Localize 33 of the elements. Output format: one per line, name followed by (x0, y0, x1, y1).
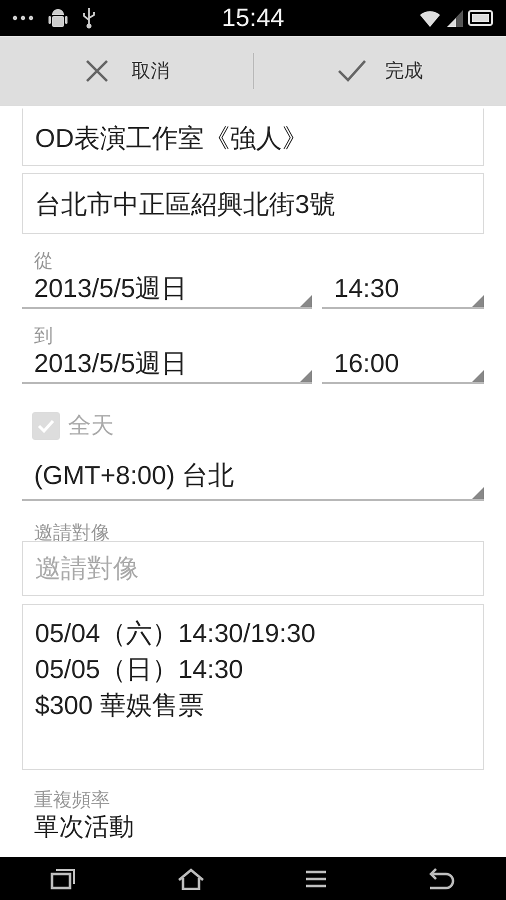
description-field[interactable]: 05/04（六）14:30/19:30 05/05（日）14:30 $300 華娛售票 (22, 604, 484, 770)
timezone-dropdown[interactable]: (GMT+8:00) 台北 (22, 455, 484, 501)
wifi-icon (418, 8, 442, 28)
guests-field[interactable]: 邀請對像 (22, 541, 484, 596)
title-field[interactable]: OD表演工作室《強人》 (22, 108, 484, 166)
checkmark-icon (37, 418, 55, 434)
usb-icon (82, 7, 96, 29)
done-button[interactable]: 完成 (254, 36, 506, 106)
field-label: 重複頻率 (33, 790, 111, 812)
field-label: 到 (33, 326, 54, 348)
repeat-dropdown[interactable]: 單次活動 (22, 812, 484, 842)
dropdown-corner-icon (300, 370, 312, 382)
android-icon (48, 6, 68, 30)
dropdown-corner-icon (472, 370, 484, 382)
more-icon (12, 14, 34, 22)
dropdown-corner-icon (472, 295, 484, 307)
date-dropdown[interactable]: 2013/5/5週日 (22, 348, 312, 384)
clock-time: 15:44 (222, 4, 284, 32)
battery-icon (468, 10, 494, 26)
back-icon[interactable] (428, 868, 456, 890)
signal-icon (446, 8, 464, 28)
field-label: 從 (33, 251, 54, 273)
menu-icon[interactable] (305, 868, 328, 888)
home-icon[interactable] (176, 868, 205, 890)
time-dropdown[interactable]: 14:30 (322, 273, 484, 309)
location-field[interactable]: 台北市中正區紹興北街3號 (22, 173, 484, 234)
date-dropdown[interactable]: 2013/5/5週日 (22, 273, 312, 309)
dropdown-corner-icon (472, 487, 484, 499)
dropdown-corner-icon (300, 295, 312, 307)
recent-apps-icon[interactable] (50, 868, 76, 890)
cancel-button[interactable]: 取消 (0, 36, 252, 106)
time-dropdown[interactable]: 16:00 (322, 348, 484, 384)
checkbox-label: 全天 (68, 411, 114, 440)
